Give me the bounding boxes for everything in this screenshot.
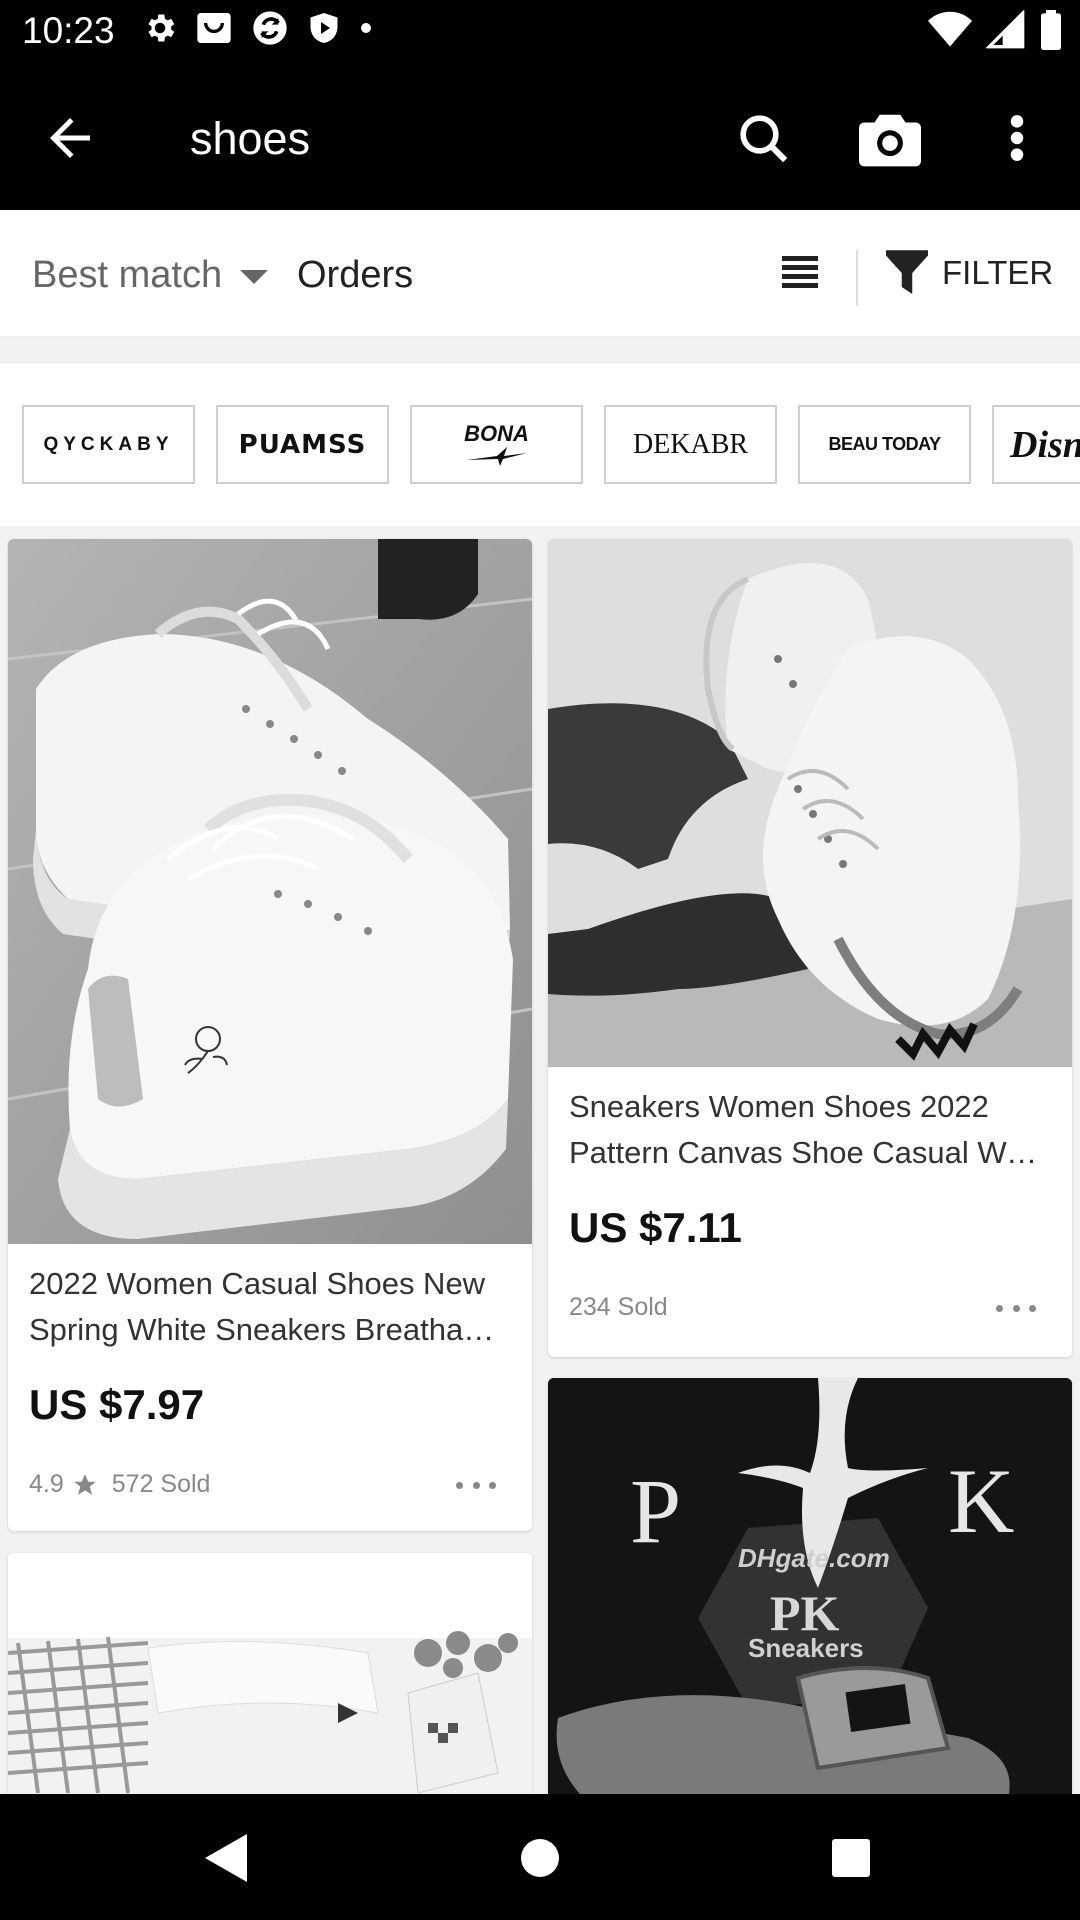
nav-back-button[interactable] — [197, 1830, 253, 1886]
product-image[interactable] — [548, 539, 1072, 1067]
star-icon — [73, 1473, 96, 1495]
list-view-toggle[interactable] — [780, 252, 826, 298]
list-view-icon — [782, 256, 818, 288]
product-card[interactable]: 2022 Women Casual Shoes New Spring White… — [8, 539, 532, 1531]
search-query-text[interactable]: shoes — [190, 113, 310, 165]
product-card[interactable]: P K DHgate.com PK Sneakers — [548, 1378, 1072, 1794]
more-options-dots[interactable] — [996, 1300, 1036, 1316]
product-meta: 4.9 572 Sold — [29, 1470, 210, 1499]
app-bar: shoes — [0, 63, 1080, 210]
product-feed: 2022 Women Casual Shoes New Spring White… — [0, 526, 1080, 1794]
product-title-line: Spring White Sneakers Breathab… — [29, 1312, 511, 1347]
sort-divider — [856, 250, 858, 306]
system-nav-bar — [0, 1794, 1080, 1920]
brand-logo-bona[interactable]: BONA — [410, 405, 583, 484]
sort-bar: Best match Orders FILTER — [0, 210, 1080, 338]
shield-icon — [310, 13, 338, 43]
status-system-icons — [928, 10, 1062, 50]
nav-back-icon — [205, 1834, 247, 1882]
best-match-dropdown[interactable]: Best match — [32, 254, 269, 297]
camera-button[interactable] — [855, 103, 925, 173]
dot — [1029, 1304, 1036, 1312]
sort-orders-tab[interactable]: Orders — [297, 254, 413, 297]
product-image[interactable] — [8, 539, 532, 1244]
filter-button[interactable]: FILTER — [886, 250, 1053, 296]
back-button[interactable] — [40, 108, 100, 168]
brand-logo-dekabr[interactable]: DEKABR — [604, 405, 777, 484]
brand-name: QYCKABY — [43, 433, 174, 455]
signal-icon — [986, 10, 1025, 49]
filter-label: FILTER — [942, 254, 1054, 291]
brand-strip: QYCKABY PUAMSS BONA DEKABR BEAU TODAY Di… — [0, 362, 1080, 526]
section-gap — [0, 338, 1080, 362]
best-match-label: Best match — [32, 254, 223, 296]
product-card[interactable]: Sneakers Women Shoes 2022 Pattern Canvas… — [548, 539, 1072, 1357]
image-text-sneakers: Sneakers — [748, 1633, 864, 1663]
dot-icon — [361, 23, 371, 33]
nav-recents-icon — [832, 1839, 870, 1877]
dot — [456, 1481, 463, 1489]
status-notification-icons — [142, 8, 374, 48]
product-sold-count: 572 Sold — [111, 1470, 211, 1498]
product-meta: 234 Sold — [569, 1293, 668, 1322]
brand-name: Disney — [1010, 423, 1080, 466]
nav-home-button[interactable] — [512, 1830, 568, 1886]
product-title[interactable]: 2022 Women Casual Shoes New Spring White… — [29, 1261, 511, 1353]
more-vert-icon — [1010, 115, 1024, 161]
more-options-button[interactable] — [982, 103, 1052, 173]
more-options-dots[interactable] — [456, 1477, 496, 1493]
wifi-icon — [928, 11, 972, 47]
product-card[interactable] — [8, 1553, 532, 1794]
brand-name: BEAU TODAY — [828, 434, 941, 454]
dot — [489, 1481, 496, 1489]
camera-icon — [859, 114, 921, 167]
dot — [1012, 1304, 1020, 1312]
bag-icon — [197, 13, 231, 43]
search-icon — [740, 115, 788, 163]
nav-home-icon — [521, 1839, 559, 1877]
brand-name: BONA — [464, 420, 529, 446]
settings-icon — [148, 14, 175, 42]
dot — [472, 1481, 480, 1489]
brand-logo-puamss[interactable]: PUAMSS — [216, 405, 389, 484]
product-rating: 4.9 — [29, 1470, 64, 1498]
brand-logo-qyckaby[interactable]: QYCKABY — [22, 405, 195, 484]
nav-recents-button[interactable] — [823, 1830, 879, 1886]
product-title-line: Pattern Canvas Shoe Casual Wo… — [569, 1135, 1051, 1170]
product-price: US $7.11 — [569, 1204, 742, 1251]
bona-star-icon — [466, 446, 527, 466]
brand-name: PUAMSS — [238, 429, 367, 460]
image-text-p: P — [630, 1460, 682, 1562]
product-title[interactable]: Sneakers Women Shoes 2022 Pattern Canvas… — [569, 1084, 1051, 1176]
dot — [996, 1304, 1003, 1312]
search-button[interactable] — [728, 103, 798, 173]
product-title-line: Sneakers Women Shoes 2022 — [569, 1089, 989, 1124]
product-title-line: 2022 Women Casual Shoes New — [29, 1266, 486, 1301]
sync-icon — [253, 11, 287, 45]
battery-icon — [1041, 10, 1061, 50]
back-arrow-icon — [50, 118, 90, 158]
brand-name: DEKABR — [632, 428, 749, 460]
image-watermark: DHgate.com — [738, 1543, 890, 1573]
image-text-k: K — [948, 1450, 1015, 1552]
status-time: 10:23 — [22, 10, 115, 51]
status-bar: 10:23 — [0, 0, 1080, 63]
filter-funnel-icon — [886, 250, 928, 294]
brand-logo-disney[interactable]: Disney — [992, 405, 1080, 484]
brand-logo-beau-today[interactable]: BEAU TODAY — [798, 405, 971, 484]
product-sold-count: 234 Sold — [569, 1293, 668, 1321]
dropdown-arrow-icon — [240, 269, 269, 284]
product-price: US $7.97 — [29, 1381, 205, 1428]
product-image[interactable] — [8, 1553, 532, 1794]
product-image[interactable]: P K DHgate.com PK Sneakers — [548, 1378, 1072, 1794]
